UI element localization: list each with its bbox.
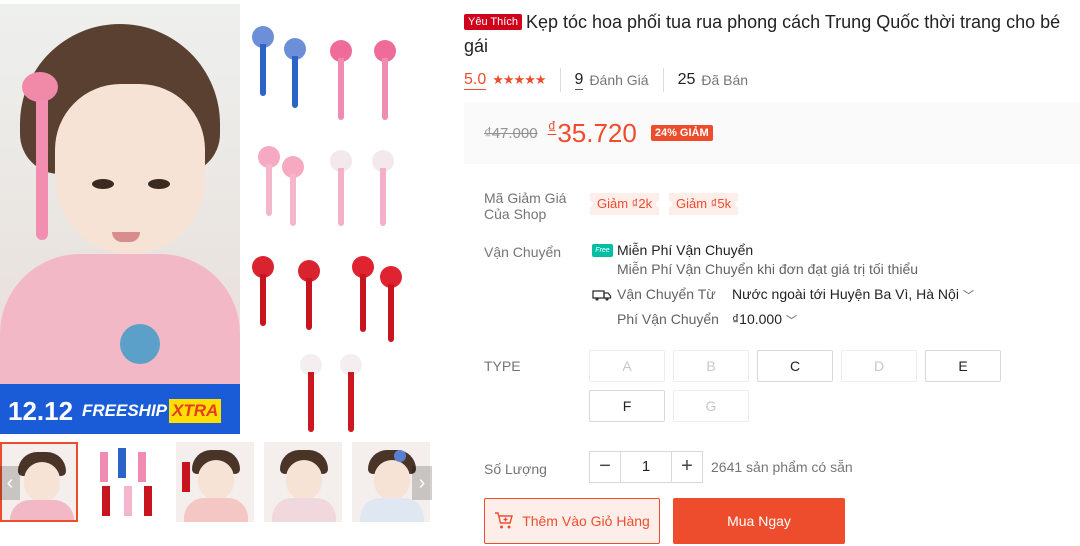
variant-option-b[interactable]: B (673, 350, 749, 382)
promo-xtra: XTRA (169, 399, 222, 423)
promo-banner: 12.12 FREESHIP XTRA (0, 384, 240, 434)
thumbnail-next-arrow[interactable]: › (412, 466, 432, 500)
variant-option-g[interactable]: G (673, 390, 749, 422)
stock-available: 2641 sản phẩm có sẵn (711, 459, 853, 475)
current-price: ₫35.720 (548, 118, 637, 149)
product-info: Yêu Thích Kẹp tóc hoa phối tua rua phong … (464, 0, 1080, 546)
truck-icon (592, 290, 612, 301)
sold-label: Đã Bán (701, 72, 749, 88)
ship-from-dropdown[interactable]: Nước ngoài tới Huyện Ba Vì, Hà Nội ﹀ (732, 286, 974, 303)
currency-symbol: ₫ (547, 117, 557, 137)
quantity-increase-button[interactable]: + (671, 451, 703, 483)
variant-option-c[interactable]: C (757, 350, 833, 382)
free-shipping-icon: Free (592, 244, 613, 257)
add-to-cart-button[interactable]: Thêm Vào Giỏ Hàng (484, 498, 660, 544)
thumbnail-2[interactable] (88, 442, 166, 522)
voucher-5k[interactable]: Giảm ₫5k (665, 193, 742, 215)
variant-option-a[interactable]: A (589, 350, 665, 382)
price-box: ₫47.000 ₫35.720 24% GIẢM (464, 102, 1080, 164)
variant-label: TYPE (484, 358, 521, 374)
promo-date: 12.12 (8, 395, 74, 426)
quantity-input[interactable]: 1 (621, 451, 671, 483)
original-price: ₫47.000 (484, 124, 538, 142)
voucher-2k[interactable]: Giảm ₫2k (586, 193, 663, 215)
current-price-value: 35.720 (557, 117, 637, 148)
favorite-badge: Yêu Thích (464, 14, 522, 30)
hairclip-grid (240, 4, 440, 434)
ship-from-label: Vận Chuyển Từ (617, 286, 716, 302)
variant-option-e[interactable]: E (925, 350, 1001, 382)
sold-count: 25 (677, 71, 696, 88)
rating-row: 5.0 ★★★★★ 9 Đánh Giá 25 Đã Bán (464, 68, 748, 92)
shipping-label: Vận Chuyển (484, 244, 562, 260)
hair-tassel (36, 100, 48, 240)
product-title-row: Yêu Thích Kẹp tóc hoa phối tua rua phong … (464, 10, 1080, 58)
quantity-stepper: − 1 + (589, 451, 703, 483)
reviews-count[interactable]: 9 (574, 71, 584, 90)
main-product-image[interactable]: 12.12 FREESHIP XTRA (0, 4, 440, 434)
reviews-label: Đánh Giá (589, 72, 649, 88)
thumbnail-prev-arrow[interactable]: ‹ (0, 466, 20, 500)
quantity-label: Số Lượng (484, 461, 547, 477)
thumbnail-3[interactable] (176, 442, 254, 522)
eye-left (92, 179, 114, 189)
ship-fee-label: Phí Vận Chuyển (617, 311, 719, 327)
divider (662, 68, 664, 92)
face-shape (55, 84, 205, 254)
variant-option-f[interactable]: F (589, 390, 665, 422)
girl-photo (0, 4, 240, 434)
thumbnail-4[interactable] (264, 442, 342, 522)
hair-flower (22, 72, 58, 102)
voucher-label: Mã Giảm Giá Của Shop (484, 190, 567, 222)
rating-score[interactable]: 5.0 (464, 71, 487, 90)
discount-badge: 24% GIẢM (650, 125, 713, 141)
star-rating-icon: ★★★★★ (492, 72, 546, 87)
ship-fee-value: ₫10.000 (732, 311, 783, 327)
ship-from-value: Nước ngoài tới Huyện Ba Vì, Hà Nội (732, 286, 959, 302)
variant-option-d[interactable]: D (841, 350, 917, 382)
divider (559, 68, 561, 92)
dress-bird (120, 324, 160, 364)
chevron-down-icon: ﹀ (786, 315, 798, 327)
free-shipping-subtitle: Miễn Phí Vận Chuyển khi đơn đạt giá trị … (617, 261, 919, 277)
quantity-decrease-button[interactable]: − (589, 451, 621, 483)
buy-now-button[interactable]: Mua Ngay (673, 498, 845, 544)
ship-fee-dropdown[interactable]: ₫10.000 ﹀ (732, 311, 797, 328)
add-to-cart-label: Thêm Vào Giỏ Hàng (522, 513, 650, 529)
eye-right (148, 179, 170, 189)
thumbnail-strip (0, 442, 440, 524)
product-title: Kẹp tóc hoa phối tua rua phong cách Trun… (464, 12, 1061, 56)
free-shipping-title: Miễn Phí Vận Chuyển (617, 242, 754, 258)
promo-freeship: FREESHIP (82, 401, 168, 420)
product-gallery: 12.12 FREESHIP XTRA ‹ › (0, 0, 440, 546)
cart-icon (495, 512, 514, 529)
chevron-down-icon: ﹀ (962, 290, 974, 302)
